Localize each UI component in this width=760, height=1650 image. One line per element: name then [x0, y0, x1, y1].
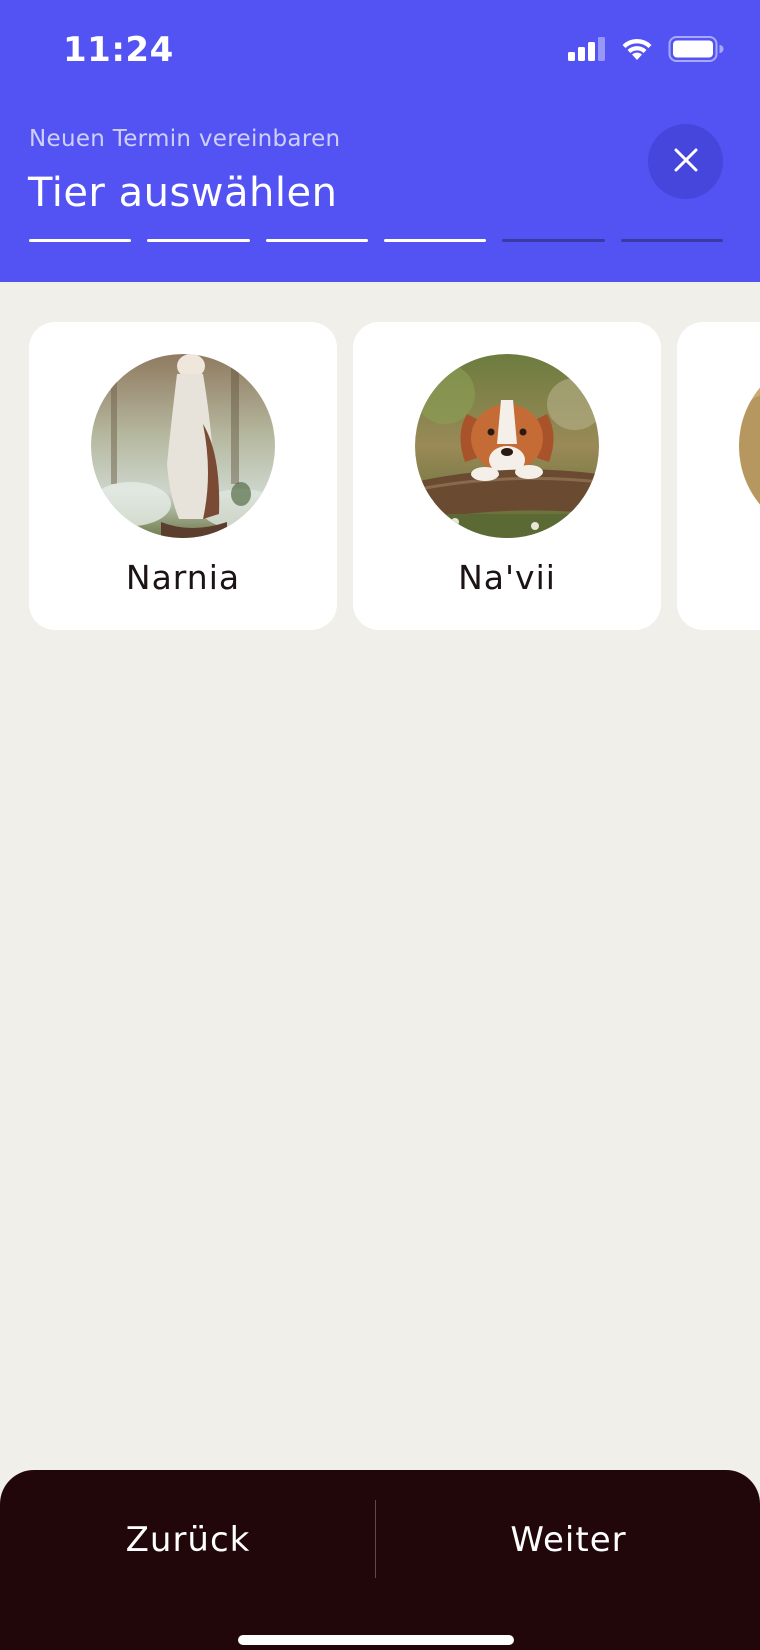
step-progress [29, 239, 723, 242]
status-icons [568, 36, 724, 66]
progress-step [383, 239, 487, 242]
pet-name: Na'vii [458, 558, 556, 597]
progress-step [147, 239, 250, 242]
pet-avatar [415, 354, 599, 538]
battery-icon [668, 35, 724, 67]
pet-card-narnia[interactable]: Narnia [29, 322, 337, 630]
header-subtitle: Neuen Termin vereinbaren [29, 126, 341, 152]
cellular-signal-icon [568, 37, 606, 65]
progress-step [620, 239, 723, 242]
pet-avatar [739, 354, 760, 538]
next-button[interactable]: Weiter [377, 1500, 760, 1580]
header: 11:24 Neuen Termin vereinbaren Tier ausw… [0, 0, 760, 282]
screen: 11:24 Neuen Termin vereinbaren Tier ausw… [0, 0, 760, 1650]
progress-step [29, 239, 132, 242]
pet-card-navii[interactable]: Na'vii [353, 322, 661, 630]
footer-divider [375, 1500, 376, 1578]
home-indicator [238, 1635, 514, 1645]
status-time: 11:24 [63, 30, 174, 70]
bottom-bar: Zurück Weiter [0, 1470, 760, 1650]
progress-step [265, 239, 368, 242]
wifi-icon [620, 36, 654, 66]
progress-step [502, 239, 605, 242]
page-title: Tier auswählen [28, 170, 338, 216]
pet-avatar [91, 354, 275, 538]
close-icon [673, 147, 699, 177]
back-button[interactable]: Zurück [0, 1500, 376, 1580]
pet-list: Narnia Na'vii [29, 322, 760, 630]
pet-name: Narnia [125, 558, 241, 597]
close-button[interactable] [648, 124, 723, 199]
pet-card-partial[interactable] [677, 322, 760, 630]
status-bar: 11:24 [0, 0, 760, 100]
